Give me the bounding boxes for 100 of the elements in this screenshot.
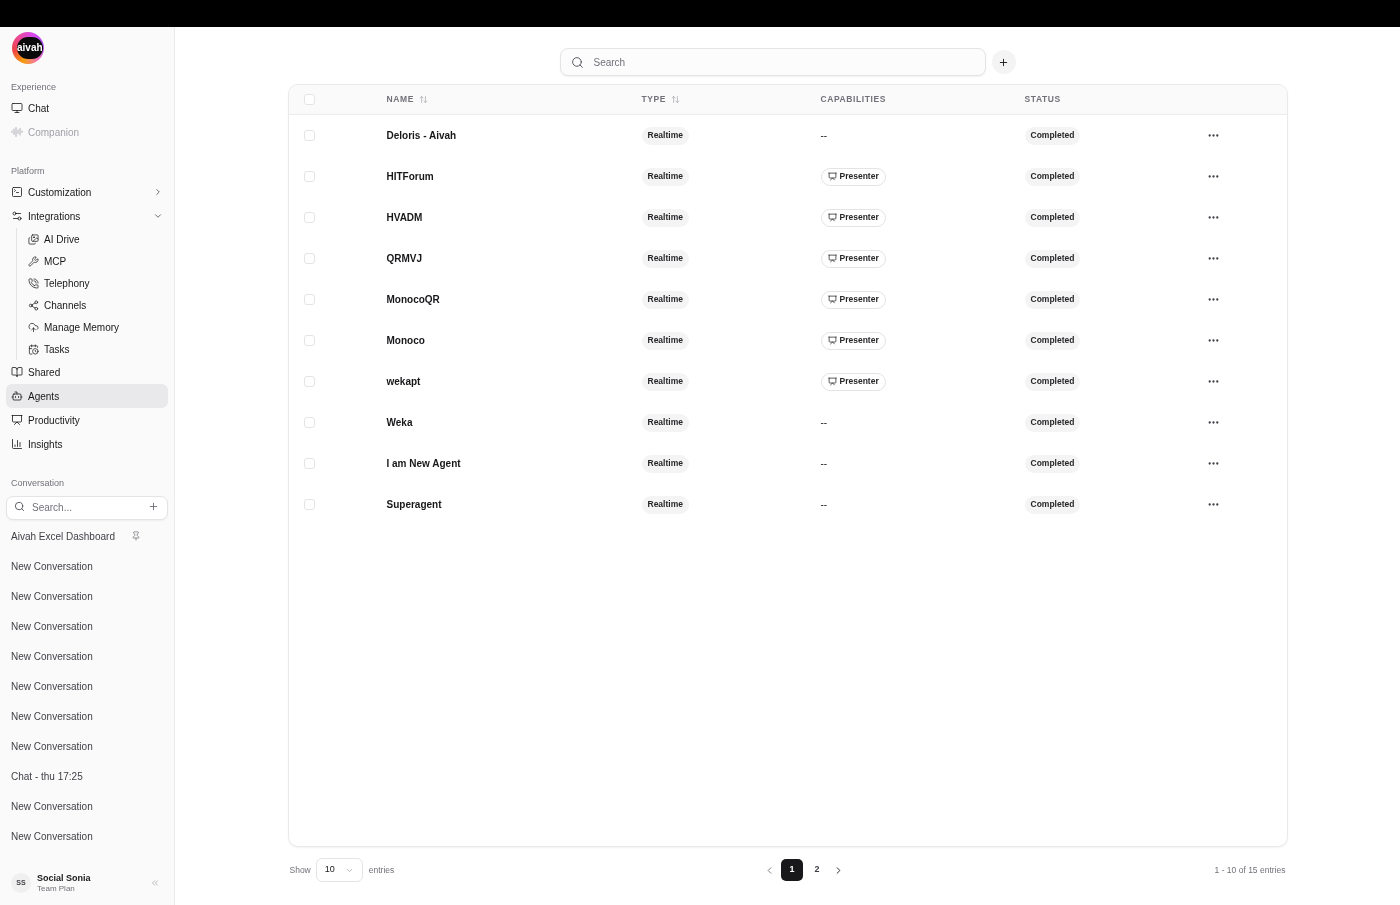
section-label: Platform <box>10 165 46 178</box>
agent-name: Monoco <box>386 334 425 348</box>
status-badge: Completed <box>1024 249 1081 268</box>
show-label: Show <box>288 863 311 877</box>
agent-name: HITForum <box>386 170 434 184</box>
user-name: Social Sonia <box>37 872 92 884</box>
chevron-right-icon[interactable] <box>153 187 163 197</box>
conversation-item[interactable]: Aivah Excel Dashboard <box>6 521 168 551</box>
capability-label: Presenter <box>839 375 879 388</box>
logo: aivah <box>12 32 44 64</box>
status-badge: Completed <box>1024 167 1081 186</box>
presentation-icon <box>827 172 837 181</box>
conversation-search-field[interactable]: Search... <box>6 495 168 520</box>
nav-item[interactable]: Agents <box>6 384 168 408</box>
capability-text: -- <box>820 416 828 430</box>
nav-item[interactable]: Customization <box>6 180 168 204</box>
capability-label: Presenter <box>839 252 879 265</box>
plus-icon[interactable] <box>148 500 159 512</box>
agent-name: MonocoQR <box>386 293 440 307</box>
user-plan: Team Plan <box>37 883 76 894</box>
checkbox[interactable] <box>303 335 315 346</box>
presentation-icon <box>827 336 837 345</box>
column-header: STATUS <box>1024 93 1061 106</box>
conversation-item[interactable]: New Conversation <box>6 551 168 581</box>
bar-chart-icon <box>11 438 23 450</box>
plus-icon <box>998 56 1009 68</box>
conversation-item[interactable]: New Conversation <box>6 701 168 731</box>
conversation-item[interactable]: New Conversation <box>6 791 168 821</box>
nav-item[interactable]: Channels <box>25 294 168 316</box>
checkbox[interactable] <box>303 130 315 141</box>
nav-item[interactable]: Shared <box>6 360 168 384</box>
nav-item[interactable]: Telephony <box>25 272 168 294</box>
presentation-icon <box>827 377 837 386</box>
column-header: CAPABILITIES <box>820 93 887 106</box>
nav-item[interactable]: Insights <box>6 432 168 456</box>
calendar-clock-icon <box>28 343 39 355</box>
nav-item[interactable]: Chat <box>6 96 168 120</box>
nav-item[interactable]: Integrations <box>6 204 168 228</box>
conversation-item[interactable]: Chat - thu 17:25 <box>6 761 168 791</box>
conversation-item[interactable]: New Conversation <box>6 821 168 851</box>
agent-name: HVADM <box>386 211 423 225</box>
robot-icon <box>11 390 23 402</box>
entries-summary: 1 - 10 of 15 entries <box>1214 863 1287 877</box>
presentation-icon <box>11 414 23 426</box>
search-field[interactable]: Search <box>559 48 986 76</box>
sliders-icon <box>11 210 23 222</box>
audio-wave-icon <box>11 126 23 138</box>
checkbox[interactable] <box>303 294 315 305</box>
pin-icon[interactable] <box>131 531 141 541</box>
agent-name: Deloris - Aivah <box>386 129 457 143</box>
presentation-icon <box>827 295 837 304</box>
nav-item[interactable]: AI Drive <box>25 228 168 250</box>
status-badge: Completed <box>1024 454 1081 473</box>
status-badge: Completed <box>1024 331 1081 350</box>
nav-item[interactable]: MCP <box>25 250 168 272</box>
book-icon <box>11 366 23 378</box>
agent-name: I am New Agent <box>386 457 461 471</box>
conversation-item[interactable]: New Conversation <box>6 581 168 611</box>
checkbox[interactable] <box>303 212 315 223</box>
conversation-item[interactable]: New Conversation <box>6 641 168 671</box>
page-button[interactable]: 2 <box>805 859 828 881</box>
wrench-icon <box>28 255 39 267</box>
type-badge: Realtime <box>641 167 689 186</box>
chevron-down-icon[interactable] <box>153 211 163 221</box>
checkbox[interactable] <box>303 458 315 469</box>
capability-text: -- <box>820 498 828 512</box>
column-header[interactable]: TYPE <box>641 93 681 106</box>
type-badge: Realtime <box>641 413 689 432</box>
type-badge: Realtime <box>641 372 689 391</box>
capability-label: Presenter <box>839 211 879 224</box>
add-button[interactable] <box>991 50 1016 74</box>
capability-text: -- <box>820 457 828 471</box>
conversation-item[interactable]: New Conversation <box>6 671 168 701</box>
status-badge: Completed <box>1024 290 1081 309</box>
checkbox[interactable] <box>303 376 315 387</box>
page-button[interactable]: 1 <box>780 859 803 881</box>
checkbox[interactable] <box>303 417 315 428</box>
nav-item[interactable]: Manage Memory <box>25 316 168 338</box>
checkbox[interactable] <box>303 499 315 510</box>
type-badge: Realtime <box>641 126 689 145</box>
section-label: Experience <box>10 81 58 94</box>
page-size-select[interactable]: 10 <box>315 858 363 882</box>
conversation-item[interactable]: New Conversation <box>6 611 168 641</box>
agent-name: QRMVJ <box>386 252 423 266</box>
status-badge: Completed <box>1024 208 1081 227</box>
status-badge: Completed <box>1024 495 1081 514</box>
type-badge: Realtime <box>641 249 689 268</box>
checkbox[interactable] <box>303 94 315 105</box>
checkbox[interactable] <box>303 253 315 264</box>
column-header[interactable]: NAME <box>386 93 428 106</box>
status-badge: Completed <box>1024 372 1081 391</box>
capability-label: Presenter <box>839 334 879 347</box>
conversation-item[interactable]: New Conversation <box>6 731 168 761</box>
nav-item[interactable]: Tasks <box>25 338 168 360</box>
checkbox[interactable] <box>303 171 315 182</box>
nav-item[interactable]: Productivity <box>6 408 168 432</box>
capability-label: Presenter <box>839 293 879 306</box>
agent-name: Weka <box>386 416 413 430</box>
section-label: Conversation <box>10 477 66 490</box>
type-badge: Realtime <box>641 290 689 309</box>
